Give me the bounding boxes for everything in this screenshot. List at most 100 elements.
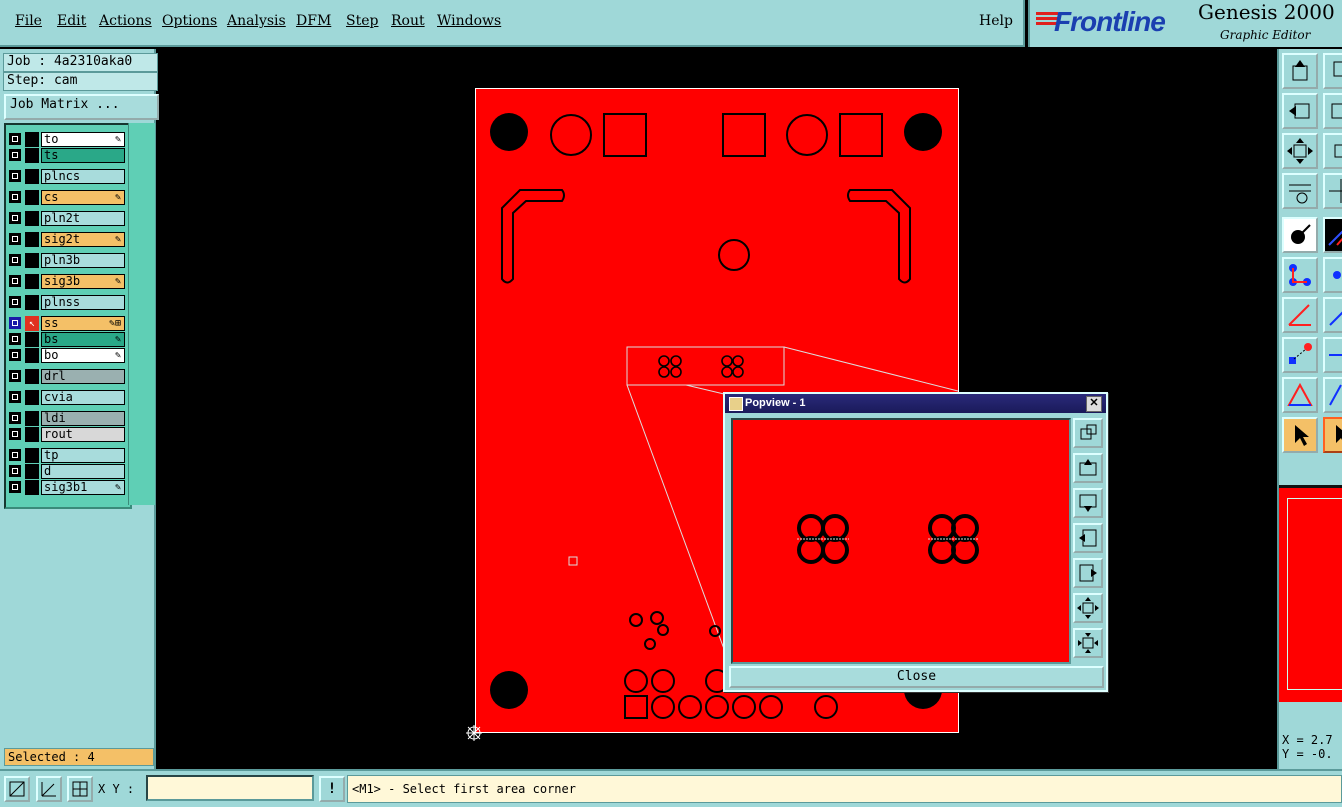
layer-affected-toggle[interactable] bbox=[25, 348, 39, 363]
node-icon[interactable] bbox=[1323, 257, 1342, 293]
pan-up-icon[interactable] bbox=[1073, 453, 1103, 483]
popview-zoom-home-button[interactable] bbox=[1073, 418, 1103, 448]
menu-edit[interactable]: Edit bbox=[57, 13, 86, 29]
layer-affected-toggle[interactable] bbox=[25, 369, 39, 384]
grid-snap-icon[interactable] bbox=[67, 776, 93, 802]
pan-left-toolbar-icon[interactable] bbox=[1282, 93, 1318, 129]
layer-affected-toggle[interactable] bbox=[25, 480, 39, 495]
menu-actions[interactable]: Actions bbox=[99, 13, 152, 29]
layer-checkbox[interactable] bbox=[9, 275, 21, 287]
layer-row-cvia[interactable]: cvia bbox=[9, 390, 126, 405]
layer-name[interactable]: to ✎ bbox=[41, 132, 125, 147]
layer-name[interactable]: rout bbox=[41, 427, 125, 442]
zoom-page-down-icon[interactable] bbox=[1323, 53, 1342, 89]
layer-checkbox[interactable] bbox=[9, 317, 21, 329]
layer-affected-toggle[interactable] bbox=[25, 211, 39, 226]
angle-snap-icon[interactable] bbox=[36, 776, 62, 802]
layer-row-plncs[interactable]: plncs bbox=[9, 169, 126, 184]
layer-affected-toggle[interactable] bbox=[25, 464, 39, 479]
layer-name[interactable]: ts bbox=[41, 148, 125, 163]
xy-coordinate-input[interactable] bbox=[146, 775, 314, 801]
layer-checkbox[interactable] bbox=[9, 449, 21, 461]
pointer-active-icon[interactable] bbox=[1323, 417, 1342, 453]
layer-affected-toggle[interactable] bbox=[25, 332, 39, 347]
line-tool-icon[interactable] bbox=[1323, 297, 1342, 333]
layer-name[interactable]: d bbox=[41, 464, 125, 479]
snap-mode-icon[interactable] bbox=[4, 776, 30, 802]
zoom-in-icon[interactable] bbox=[1073, 593, 1103, 623]
layer-name[interactable]: pln2t bbox=[41, 211, 125, 226]
layer-name[interactable]: cvia bbox=[41, 390, 125, 405]
draw-line-icon[interactable] bbox=[1323, 217, 1342, 253]
layer-checkbox[interactable] bbox=[9, 212, 21, 224]
measure-tool-icon[interactable] bbox=[1282, 173, 1318, 209]
layer-row-sig3b1[interactable]: sig3b1 ✎ bbox=[9, 480, 126, 495]
layer-row-cs[interactable]: cs ✎ bbox=[9, 190, 126, 205]
layer-row-tp[interactable]: tp bbox=[9, 448, 126, 463]
layer-name[interactable]: bo ✎ bbox=[41, 348, 125, 363]
layer-row-ss[interactable]: ↖ ss ✎⊞ bbox=[9, 316, 126, 331]
menu-step[interactable]: Step bbox=[346, 13, 378, 29]
layer-affected-toggle[interactable] bbox=[25, 169, 39, 184]
pad-offset-icon[interactable] bbox=[1282, 337, 1318, 373]
layer-row-pln3b[interactable]: pln3b bbox=[9, 253, 126, 268]
arc-measure-icon[interactable] bbox=[1323, 377, 1342, 413]
layer-row-sig3b[interactable]: sig3b ✎ bbox=[9, 274, 126, 289]
net-connect-icon[interactable] bbox=[1282, 257, 1318, 293]
layer-row-ldi[interactable]: ldi bbox=[9, 411, 126, 426]
menu-options[interactable]: Options bbox=[162, 13, 217, 29]
overview-minimap[interactable] bbox=[1279, 485, 1342, 702]
layer-row-rout[interactable]: rout bbox=[9, 427, 126, 442]
grid-icon[interactable] bbox=[1323, 173, 1342, 209]
measure-angle-icon[interactable] bbox=[1282, 297, 1318, 333]
menu-windows[interactable]: Windows bbox=[437, 13, 501, 29]
layer-name[interactable]: sig3b1 ✎ bbox=[41, 480, 125, 495]
layer-affected-toggle[interactable] bbox=[25, 190, 39, 205]
layer-checkbox[interactable] bbox=[9, 481, 21, 493]
pan-right-toolbar-icon[interactable] bbox=[1323, 93, 1342, 129]
pan-right-icon[interactable] bbox=[1073, 558, 1103, 588]
layer-affected-toggle[interactable] bbox=[25, 132, 39, 147]
layer-name[interactable]: sig2t ✎ bbox=[41, 232, 125, 247]
layer-checkbox[interactable] bbox=[9, 149, 21, 161]
layer-row-to[interactable]: to ✎ bbox=[9, 132, 126, 147]
layer-affected-toggle[interactable] bbox=[25, 411, 39, 426]
popview-close-button[interactable]: Close bbox=[729, 666, 1104, 688]
layer-affected-toggle[interactable] bbox=[25, 448, 39, 463]
layer-row-drl[interactable]: drl bbox=[9, 369, 126, 384]
layer-checkbox[interactable] bbox=[9, 349, 21, 361]
menu-rout[interactable]: Rout bbox=[391, 13, 425, 29]
layer-checkbox[interactable] bbox=[9, 412, 21, 424]
layer-name[interactable]: plnss bbox=[41, 295, 125, 310]
pointer-select-icon[interactable] bbox=[1282, 417, 1318, 453]
layer-checkbox[interactable] bbox=[9, 391, 21, 403]
layer-checkbox[interactable] bbox=[9, 254, 21, 266]
popview-zoom-view[interactable] bbox=[731, 418, 1071, 664]
layer-affected-toggle[interactable] bbox=[25, 232, 39, 247]
menu-file[interactable]: File bbox=[15, 13, 42, 29]
layer-row-pln2t[interactable]: pln2t bbox=[9, 211, 126, 226]
layer-row-ts[interactable]: ts bbox=[9, 148, 126, 163]
layer-list-scrollbar[interactable] bbox=[128, 123, 155, 505]
layer-affected-toggle[interactable] bbox=[25, 274, 39, 289]
popview-titlebar[interactable]: Popview - 1 ✕ bbox=[725, 394, 1106, 413]
layer-row-sig2t[interactable]: sig2t ✎ bbox=[9, 232, 126, 247]
layer-name[interactable]: cs ✎ bbox=[41, 190, 125, 205]
layer-row-bo[interactable]: bo ✎ bbox=[9, 348, 126, 363]
layer-name[interactable]: drl bbox=[41, 369, 125, 384]
layer-name[interactable]: tp bbox=[41, 448, 125, 463]
layer-checkbox[interactable] bbox=[9, 191, 21, 203]
job-matrix-button[interactable]: Job Matrix ... bbox=[4, 94, 159, 120]
message-alert-button[interactable]: ! bbox=[319, 776, 345, 802]
layer-name[interactable]: ldi bbox=[41, 411, 125, 426]
zoom-out-icon[interactable] bbox=[1073, 628, 1103, 658]
close-icon[interactable]: ✕ bbox=[1086, 396, 1102, 412]
menu-analysis[interactable]: Analysis bbox=[227, 13, 286, 29]
layer-checkbox[interactable] bbox=[9, 333, 21, 345]
layer-checkbox[interactable] bbox=[9, 133, 21, 145]
layer-name[interactable]: bs ✎ bbox=[41, 332, 125, 347]
pan-left-icon[interactable] bbox=[1073, 523, 1103, 553]
triangle-measure-icon[interactable] bbox=[1282, 377, 1318, 413]
zoom-area-icon[interactable] bbox=[1323, 133, 1342, 169]
layer-checkbox[interactable] bbox=[9, 296, 21, 308]
